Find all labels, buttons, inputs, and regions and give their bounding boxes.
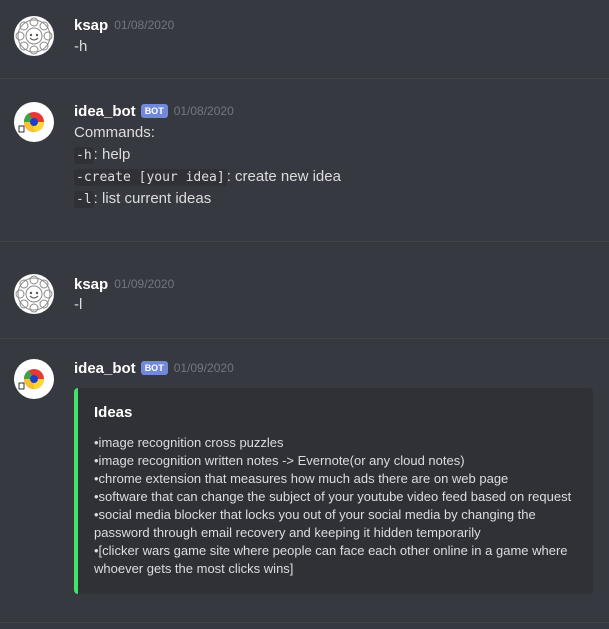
command-line: -l: list current ideas xyxy=(74,189,211,210)
idea-item: •software that can change the subject of… xyxy=(94,489,572,504)
message-header: ksap 01/08/2020 xyxy=(74,15,174,35)
command-code: -create [your idea] xyxy=(74,169,227,186)
idea-item: •social media blocker that locks you out… xyxy=(94,507,536,540)
username[interactable]: idea_bot xyxy=(74,360,136,377)
idea-item: •[clicker wars game site where people ca… xyxy=(94,543,568,576)
command-line: -h: help xyxy=(74,145,130,166)
command-desc: : help xyxy=(93,146,131,163)
timestamp: 01/09/2020 xyxy=(114,277,175,291)
message-divider xyxy=(0,78,609,79)
username[interactable]: ksap xyxy=(74,17,108,34)
idea-item: •chrome extension that measures how much… xyxy=(94,471,509,486)
command-desc: : list current ideas xyxy=(93,190,212,207)
commands-heading: Commands: xyxy=(74,124,155,141)
message-divider xyxy=(0,241,609,242)
message-header: idea_bot BOT 01/09/2020 xyxy=(74,358,234,378)
message-text: -l xyxy=(74,296,83,313)
timestamp: 01/08/2020 xyxy=(114,18,175,32)
command-line: -create [your idea]: create new idea xyxy=(74,167,341,188)
idea-bot-avatar[interactable] xyxy=(14,102,54,142)
username[interactable]: idea_bot xyxy=(74,103,136,120)
timestamp: 01/08/2020 xyxy=(173,104,234,118)
embed-title: Ideas xyxy=(94,404,133,421)
ideas-embed: Ideas •image recognition cross puzzles •… xyxy=(74,388,593,594)
command-code: -h xyxy=(74,147,94,164)
idea-item: •image recognition cross puzzles xyxy=(94,435,284,450)
timestamp: 01/09/2020 xyxy=(173,361,234,375)
embed-description: •image recognition cross puzzles •image … xyxy=(94,434,589,578)
idea-bot-avatar[interactable] xyxy=(14,359,54,399)
message-header: ksap 01/09/2020 xyxy=(74,274,174,294)
message-divider xyxy=(0,338,609,339)
command-desc: : create new idea xyxy=(226,168,341,185)
idea-item: •image recognition written notes -> Ever… xyxy=(94,453,465,468)
ksap-avatar[interactable] xyxy=(14,274,54,314)
command-code: -l xyxy=(74,191,94,208)
message-header: idea_bot BOT 01/08/2020 xyxy=(74,101,234,121)
bot-badge: BOT xyxy=(140,361,168,375)
username[interactable]: ksap xyxy=(74,276,108,293)
ksap-avatar[interactable] xyxy=(14,16,54,56)
message-divider xyxy=(0,622,609,623)
bot-badge: BOT xyxy=(140,104,168,118)
message-text: -h xyxy=(74,38,88,55)
